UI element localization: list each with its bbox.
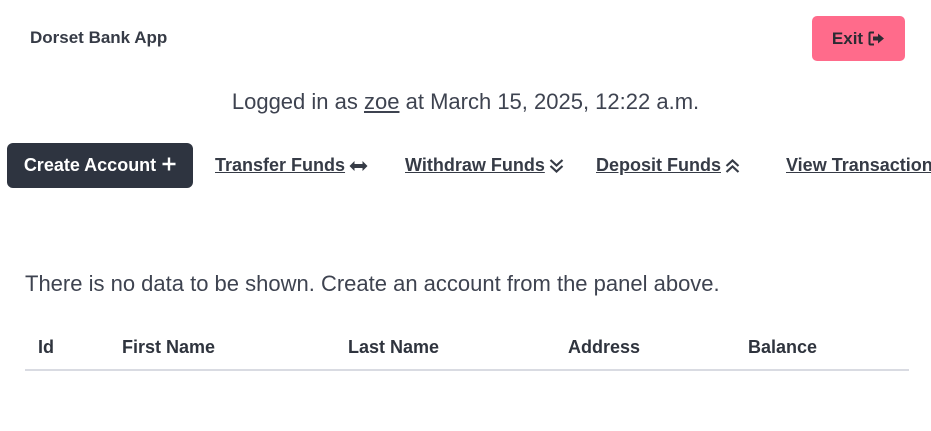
create-account-button[interactable]: Create Account [7,143,193,188]
withdraw-funds-link[interactable]: Withdraw Funds [405,155,564,176]
double-chevron-up-icon [725,158,740,174]
session-info: Logged in as zoe at March 15, 2025, 12:2… [0,89,931,115]
transfer-funds-label: Transfer Funds [215,155,346,175]
view-transactions-label: View Transactions [786,155,931,175]
session-timestamp: March 15, 2025, 12:22 a.m. [430,89,700,114]
deposit-funds-link[interactable]: Deposit Funds [596,155,740,176]
username-link[interactable]: zoe [364,89,399,114]
accounts-table-header: Id First Name Last Name Address Balance [25,332,909,371]
deposit-funds-label: Deposit Funds [596,155,721,175]
transfer-funds-link[interactable]: Transfer Funds [215,155,368,176]
double-chevron-down-icon [549,158,564,174]
app-root: Dorset Bank App Exit Logged in as zoe at… [0,0,931,431]
exit-button-label: Exit [831,28,864,48]
column-header-first-name[interactable]: First Name [122,337,215,358]
arrows-left-right-icon [349,160,368,172]
column-header-address[interactable]: Address [568,337,640,358]
action-panel: Create Account Transfer Funds Withdraw F… [0,143,931,188]
view-transactions-link[interactable]: View Transactions [786,155,931,176]
column-header-balance[interactable]: Balance [748,337,817,358]
column-header-last-name[interactable]: Last Name [348,337,439,358]
app-brand: Dorset Bank App [30,28,168,47]
session-prefix: Logged in as [231,89,358,114]
withdraw-funds-label: Withdraw Funds [405,155,545,175]
plus-icon [162,155,176,176]
session-at: at [405,89,424,114]
column-header-id[interactable]: Id [38,337,54,358]
sign-out-icon [868,31,885,46]
create-account-label: Create Account [23,155,157,175]
empty-state-message: There is no data to be shown. Create an … [25,271,720,296]
exit-button[interactable]: Exit [812,16,905,61]
